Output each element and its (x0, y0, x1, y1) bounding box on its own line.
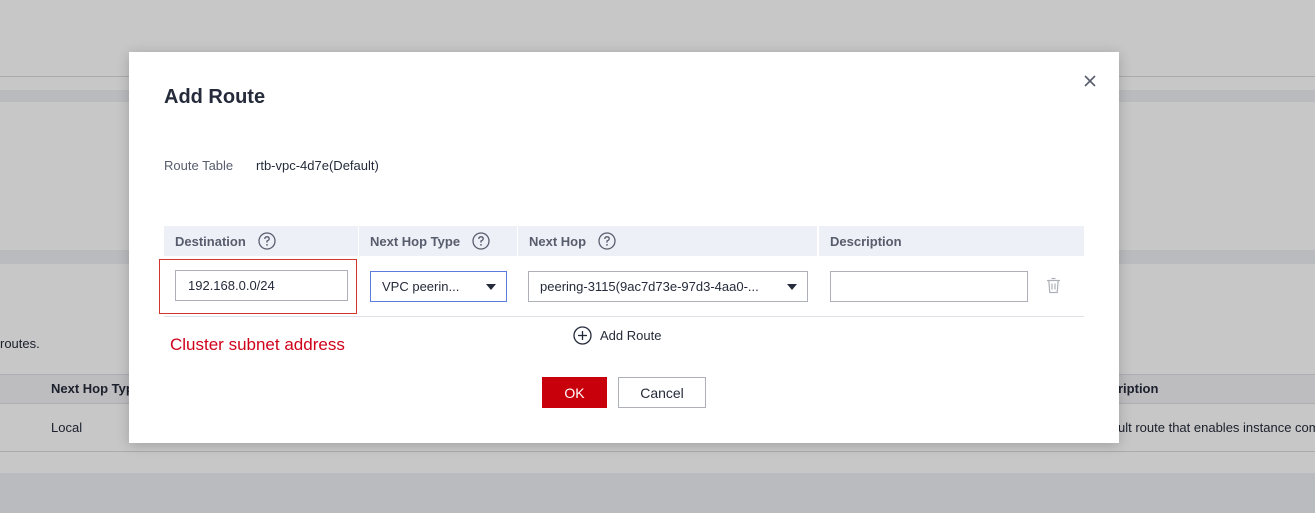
col-header-next-hop: Next Hop (517, 226, 817, 256)
add-route-dialog: Add Route Route Table rtb-vpc-4d7e(Defau… (129, 52, 1119, 443)
next-hop-select[interactable]: peering-3115(9ac7d73e-97d3-4aa0-... (528, 271, 808, 302)
route-table-label: Route Table (164, 158, 234, 173)
next-hop-value: peering-3115(9ac7d73e-97d3-4aa0-... (540, 279, 759, 294)
add-route-label: Add Route (600, 328, 662, 343)
add-route-link[interactable]: Add Route (573, 326, 661, 345)
annotation-text: Cluster subnet address (170, 335, 345, 354)
close-button[interactable] (1079, 70, 1101, 92)
caret-down-icon (787, 284, 797, 290)
destination-input[interactable]: 192.168.0.0/24 (175, 270, 348, 301)
trash-icon[interactable] (1045, 277, 1062, 294)
help-icon[interactable] (472, 232, 490, 250)
col-header-description: Description (818, 226, 1084, 256)
close-icon (1084, 75, 1096, 87)
col-header-label: Next Hop Type (370, 233, 461, 249)
description-input[interactable] (830, 271, 1028, 302)
help-icon[interactable] (258, 232, 276, 250)
ok-button[interactable]: OK (542, 377, 607, 408)
col-header-label: Destination (175, 233, 246, 249)
col-header-next-hop-type: Next Hop Type (358, 226, 517, 256)
dialog-title: Add Route (164, 86, 266, 108)
col-header-label: Next Hop (529, 233, 587, 249)
col-header-label: Description (830, 233, 902, 249)
plus-circle-icon (573, 326, 592, 345)
col-header-destination: Destination (164, 226, 358, 256)
route-table-value: rtb-vpc-4d7e(Default) (256, 158, 379, 173)
help-icon[interactable] (598, 232, 616, 250)
row-divider (164, 316, 1084, 317)
next-hop-type-value: VPC peerin... (382, 279, 460, 294)
cancel-button[interactable]: Cancel (618, 377, 706, 408)
next-hop-type-select[interactable]: VPC peerin... (370, 271, 507, 302)
caret-down-icon (486, 284, 496, 290)
